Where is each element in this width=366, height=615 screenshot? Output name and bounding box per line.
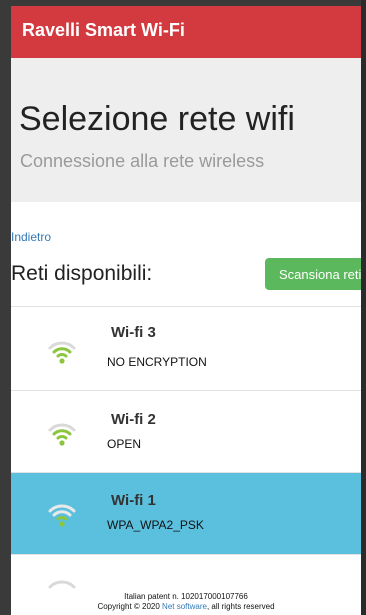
patent-notice: Italian patent n. 102017000107766 [124,592,248,601]
network-ssid: Wi-fi 2 [111,411,156,428]
network-item-partial[interactable] [11,554,361,594]
company-link[interactable]: Net software [162,602,207,611]
network-item-wifi-2[interactable]: Wi-fi 2 OPEN [11,390,361,472]
network-security: NO ENCRYPTION [107,355,207,369]
network-ssid: Wi-fi 3 [111,324,156,341]
available-networks-title: Reti disponibili: [11,262,153,285]
back-link[interactable]: Indietro [11,230,51,244]
app-screen: Ravelli Smart Wi-Fi Selezione rete wifi … [11,6,361,615]
wifi-signal-icon [48,341,76,364]
copyright-notice: Copyright © 2020 Net software, all right… [97,602,275,611]
app-title[interactable]: Ravelli Smart Wi-Fi [22,20,185,41]
footer: Italian patent n. 102017000107766 Copyri… [11,592,361,612]
network-item-wifi-3[interactable]: Wi-fi 3 NO ENCRYPTION [11,306,361,388]
network-ssid: Wi-fi 1 [111,492,156,509]
page-subtitle: Connessione alla rete wireless [20,151,265,171]
network-item-wifi-1[interactable]: Wi-fi 1 WPA_WPA2_PSK [11,472,361,554]
page-header: Selezione rete wifi Connessione alla ret… [11,58,361,202]
wifi-signal-icon [48,504,76,527]
scan-networks-button[interactable]: Scansiona reti [265,258,361,290]
wifi-signal-icon [48,423,76,446]
page-title: Selezione rete wifi [19,100,295,138]
network-security: OPEN [107,437,142,451]
network-security: WPA_WPA2_PSK [107,518,204,532]
top-navbar: Ravelli Smart Wi-Fi [11,6,361,58]
screen-edge [361,0,366,615]
